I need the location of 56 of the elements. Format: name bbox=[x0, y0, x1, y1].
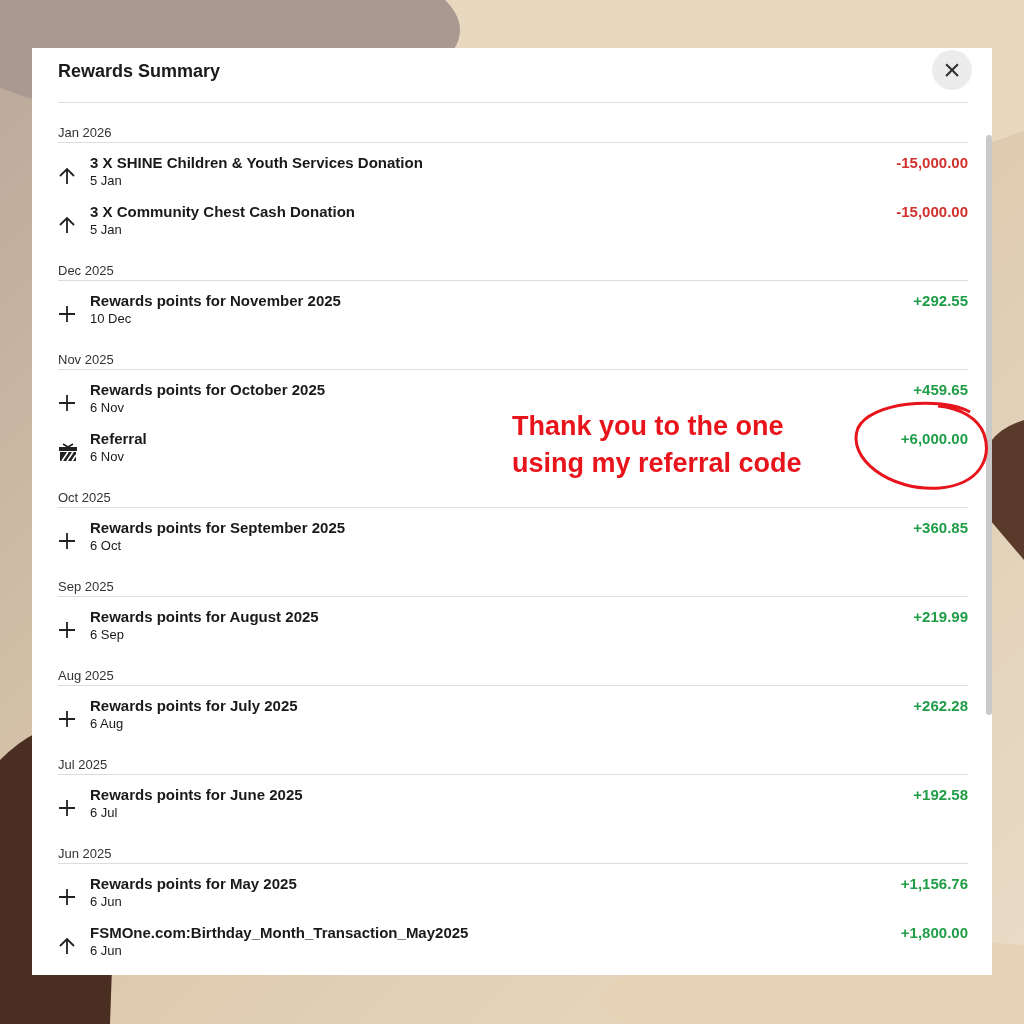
scrollbar[interactable] bbox=[986, 135, 992, 715]
plus-icon bbox=[58, 304, 76, 323]
transaction-title: Rewards points for October 2025 bbox=[90, 380, 326, 399]
transaction-date: 6 Nov bbox=[90, 448, 124, 465]
transaction-date: 6 Oct bbox=[90, 537, 122, 554]
transaction-amount: +1,156.76 bbox=[900, 874, 968, 894]
month-label: Jan 2026 bbox=[58, 125, 112, 140]
transaction-amount: -15,000.00 bbox=[896, 153, 968, 173]
transaction-title: 3 X SHINE Children & Youth Services Donation bbox=[90, 153, 423, 172]
arrow-up-icon bbox=[58, 936, 76, 955]
month-label: Nov 2025 bbox=[58, 352, 114, 367]
gift-icon bbox=[58, 441, 78, 462]
transaction-amount: +262.28 bbox=[913, 696, 968, 716]
plus-icon bbox=[58, 393, 76, 412]
transaction-title: FSMOne.com:Birthday_Month_Transaction_May2025 bbox=[90, 923, 469, 942]
transaction-date: 6 Aug bbox=[90, 715, 124, 732]
transaction-date: 6 Sep bbox=[90, 626, 124, 643]
transaction-title: Rewards points for September 2025 bbox=[90, 518, 346, 537]
transaction-title: Rewards points for June 2025 bbox=[90, 785, 303, 804]
transaction-date: 6 Jul bbox=[90, 804, 118, 821]
plus-icon bbox=[58, 531, 76, 550]
plus-icon bbox=[58, 798, 76, 817]
transaction-date: 6 Jun bbox=[90, 942, 122, 959]
transaction-amount: +6,000.00 bbox=[900, 429, 968, 449]
arrow-up-icon bbox=[58, 215, 76, 234]
arrow-up-icon bbox=[58, 166, 76, 185]
transaction-date: 10 Dec bbox=[90, 310, 132, 327]
plus-icon bbox=[58, 709, 76, 728]
transaction-title: Rewards points for July 2025 bbox=[90, 696, 298, 715]
plus-icon bbox=[58, 887, 76, 906]
transaction-title: 3 X Community Chest Cash Donation bbox=[90, 202, 356, 221]
transaction-amount: +1,800.00 bbox=[900, 923, 968, 943]
transaction-amount: -15,000.00 bbox=[896, 202, 968, 222]
close-button[interactable]: × bbox=[932, 50, 972, 90]
month-label: Jul 2025 bbox=[58, 757, 108, 772]
month-label: Jun 2025 bbox=[58, 846, 112, 861]
transaction-amount: +219.99 bbox=[913, 607, 968, 627]
transaction-date: 5 Jan bbox=[90, 221, 122, 238]
transaction-date: 5 Jan bbox=[90, 172, 122, 189]
transaction-title: Rewards points for August 2025 bbox=[90, 607, 319, 626]
transaction-amount: +192.58 bbox=[913, 785, 968, 805]
month-label: Sep 2025 bbox=[58, 579, 114, 594]
transaction-amount: +459.65 bbox=[913, 380, 968, 400]
transaction-amount: +360.85 bbox=[913, 518, 968, 538]
month-label: Dec 2025 bbox=[58, 263, 114, 278]
modal-title: Rewards Summary bbox=[58, 60, 221, 83]
transaction-title: Referral bbox=[90, 429, 147, 448]
annotation-text: Thank you to the one using my referral code bbox=[512, 410, 803, 480]
month-label: Oct 2025 bbox=[58, 490, 111, 505]
month-label: Aug 2025 bbox=[58, 668, 114, 683]
transaction-title: Rewards points for November 2025 bbox=[90, 291, 341, 310]
transaction-date: 6 Jun bbox=[90, 893, 122, 910]
transaction-amount: +292.55 bbox=[913, 291, 968, 311]
transaction-title: Rewards points for May 2025 bbox=[90, 874, 297, 893]
plus-icon bbox=[58, 620, 76, 639]
transaction-date: 6 Nov bbox=[90, 399, 124, 416]
